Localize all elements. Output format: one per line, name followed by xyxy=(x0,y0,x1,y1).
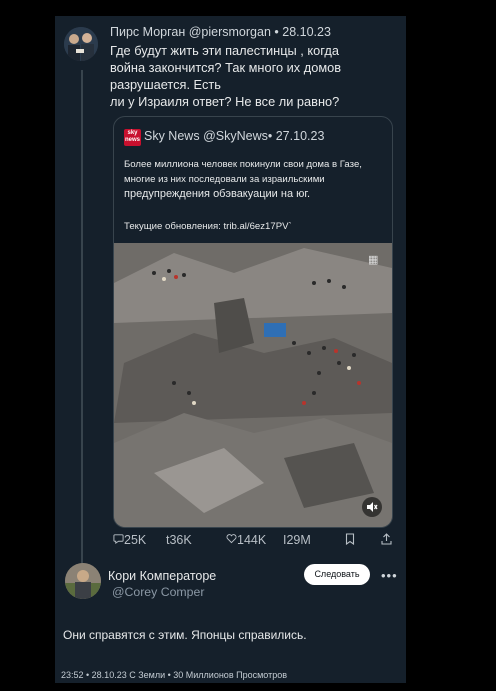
quote-link[interactable]: Текущие обновления: trib.al/6ez17PV` xyxy=(124,221,292,232)
tweet-date[interactable]: 28.10.23 xyxy=(282,25,331,39)
share-icon xyxy=(381,533,392,545)
like-action[interactable]: 144K xyxy=(226,533,266,547)
speaker-muted-icon[interactable] xyxy=(362,497,382,517)
heart-icon xyxy=(226,534,237,544)
header-separator: • xyxy=(274,25,279,39)
quoted-tweet[interactable]: sky news Sky News @SkyNews• 27.10.23 Бол… xyxy=(113,116,393,528)
quote-text-line: многие из них последовали за израильским… xyxy=(124,174,325,185)
views-count: 29M xyxy=(286,533,311,547)
sky-news-logo: sky news xyxy=(124,129,141,146)
quote-author-name[interactable]: Sky News xyxy=(144,129,200,143)
reply-action[interactable]: 25K xyxy=(113,533,146,547)
tweet-header: Пирс Морган @piersmorgan • 28.10.23 xyxy=(110,25,331,39)
author-name[interactable]: Пирс Морган xyxy=(110,25,185,39)
reply-count: 25K xyxy=(124,533,147,547)
quote-separator: • xyxy=(267,129,273,143)
author-handle[interactable]: @piersmorgan xyxy=(189,25,271,39)
more-options-icon[interactable]: ••• xyxy=(381,568,398,583)
screenshot-frame: Пирс Морган @piersmorgan • 28.10.23 Где … xyxy=(55,16,406,683)
bookmark-icon xyxy=(345,533,355,546)
retweet-count: 36K xyxy=(169,533,192,547)
quote-text-line: Более миллиона человек покинули свои дом… xyxy=(124,159,362,170)
grid-icon[interactable]: ▦ xyxy=(368,253,382,267)
thread-line xyxy=(81,70,83,570)
video-media[interactable]: ▦ xyxy=(114,243,392,527)
quote-header: Sky News @SkyNews• 27.10.23 xyxy=(144,129,324,143)
tweet-text: Где будут жить эти палестинцы , когда во… xyxy=(110,42,400,110)
reply-author-handle[interactable]: @Corey Comper xyxy=(112,585,204,599)
reply-meta: 23:52 • 28.10.23 С Земли • 30 Миллионов … xyxy=(61,670,287,680)
quote-text-line: предупреждения обэвакуации на юг. xyxy=(124,188,311,200)
reply-author-avatar[interactable] xyxy=(65,563,101,599)
author-avatar[interactable] xyxy=(64,27,98,61)
share-action[interactable] xyxy=(381,533,392,548)
quote-date[interactable]: 27.10.23 xyxy=(276,129,325,143)
views-action[interactable]: I29M xyxy=(283,533,311,547)
retweet-action[interactable]: t36K xyxy=(166,533,192,547)
tweet-text-line: война закончится? Так много их домов xyxy=(110,60,342,75)
reply-icon xyxy=(113,534,124,544)
quote-text: Более миллиона человек покинули свои дом… xyxy=(124,157,362,202)
tweet-text-line: разрушается. Есть xyxy=(110,77,221,92)
tweet-text-line: Где будут жить эти палестинцы , когда xyxy=(110,43,339,58)
reply-author-name[interactable]: Кори Комператоре xyxy=(108,569,216,583)
rubble-scene-image xyxy=(114,243,392,527)
tweet-text-line: ли у Израиля ответ? Не все ли равно? xyxy=(110,94,340,109)
quote-author-handle[interactable]: @SkyNews xyxy=(203,129,268,143)
like-count: 144K xyxy=(237,533,267,547)
bookmark-action[interactable] xyxy=(345,533,355,548)
reply-text: Они справятся с этим. Японцы справились. xyxy=(63,628,307,642)
follow-button[interactable]: Следовать xyxy=(304,564,370,585)
